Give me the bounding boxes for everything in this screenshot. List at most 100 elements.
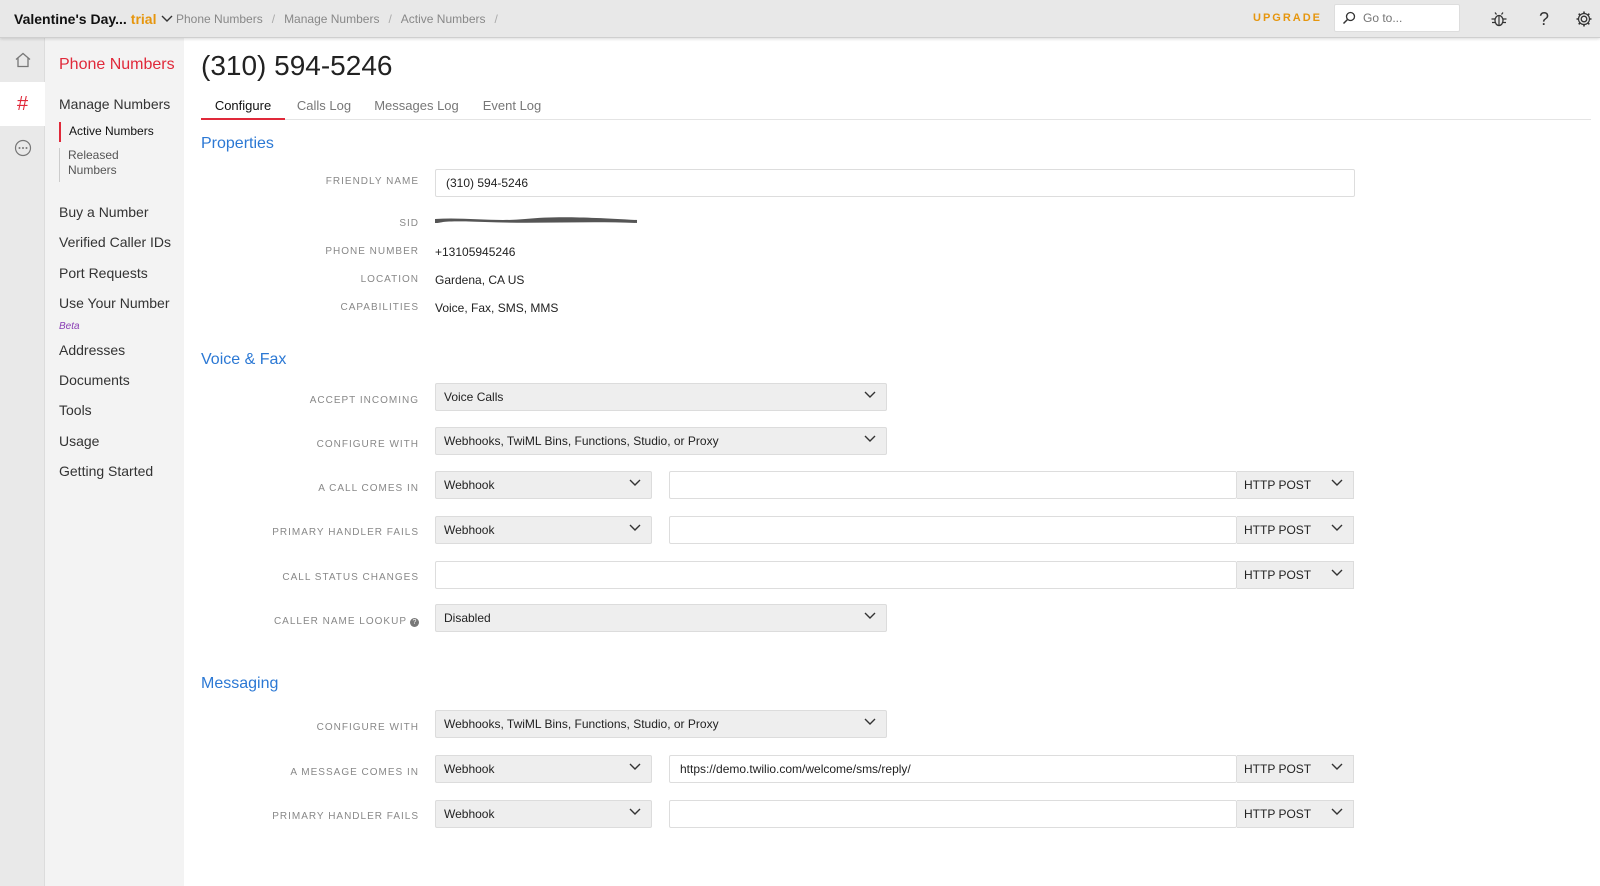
debugger-button[interactable] bbox=[1489, 9, 1509, 29]
sidebar-subitem-active-numbers[interactable]: Active Numbers bbox=[59, 122, 179, 142]
chevron-down-icon bbox=[629, 763, 641, 770]
tab-messages-log[interactable]: Messages Log bbox=[373, 98, 460, 120]
chevron-down-icon bbox=[629, 524, 641, 531]
capabilities-label: CAPABILITIES bbox=[340, 302, 419, 313]
location-value: Gardena, CA US bbox=[435, 273, 525, 287]
breadcrumb-active-numbers[interactable]: Active Numbers bbox=[401, 12, 486, 26]
tab-configure[interactable]: Configure bbox=[201, 98, 285, 120]
voice-configure-with-value: Webhooks, TwiML Bins, Functions, Studio,… bbox=[444, 434, 719, 448]
search-input[interactable] bbox=[1363, 9, 1455, 27]
chevron-down-icon bbox=[629, 479, 641, 486]
sidebar-item-usage[interactable]: Usage bbox=[59, 433, 99, 449]
voice-primary-fails-url-input[interactable] bbox=[669, 516, 1237, 544]
account-status: trial bbox=[130, 11, 157, 27]
caller-name-lookup-label-text: CALLER NAME LOOKUP bbox=[273, 616, 407, 627]
sid-redacted-value bbox=[435, 217, 637, 223]
voice-section-title: Voice & Fax bbox=[201, 351, 287, 368]
sidebar-subitem-released-numbers[interactable]: Released Numbers bbox=[59, 148, 134, 182]
top-bar: Valentine's Day... trial Phone Numbers / M… bbox=[0, 0, 1600, 38]
sidebar-item-tools[interactable]: Tools bbox=[59, 402, 92, 418]
message-comes-in-method-select[interactable]: HTTP POST bbox=[1237, 755, 1354, 783]
breadcrumb-separator: / bbox=[388, 12, 392, 26]
rail-phone-numbers[interactable]: # bbox=[0, 82, 45, 126]
messaging-configure-with-value: Webhooks, TwiML Bins, Functions, Studio,… bbox=[444, 717, 719, 731]
messaging-configure-with-select[interactable]: Webhooks, TwiML Bins, Functions, Studio,… bbox=[435, 710, 887, 738]
messaging-primary-fails-label: PRIMARY HANDLER FAILS bbox=[272, 811, 419, 822]
upgrade-button[interactable]: UPGRADE bbox=[1253, 12, 1322, 24]
bug-icon bbox=[1491, 12, 1507, 27]
messaging-section-title: Messaging bbox=[201, 675, 279, 692]
messaging-primary-fails-url-input[interactable] bbox=[669, 800, 1237, 828]
sidebar-item-verified-caller-ids[interactable]: Verified Caller IDs bbox=[59, 234, 171, 250]
call-status-changes-label: CALL STATUS CHANGES bbox=[282, 572, 419, 583]
friendly-name-input[interactable]: (310) 594-5246 bbox=[435, 169, 1355, 197]
chevron-down-icon bbox=[864, 435, 876, 442]
account-switcher[interactable]: Valentine's Day... trial bbox=[14, 11, 173, 27]
page-title: (310) 594-5246 bbox=[201, 50, 393, 81]
chevron-down-icon bbox=[1331, 524, 1343, 531]
voice-configure-with-select[interactable]: Webhooks, TwiML Bins, Functions, Studio,… bbox=[435, 427, 887, 455]
breadcrumb-phone-numbers[interactable]: Phone Numbers bbox=[176, 12, 263, 26]
call-status-changes-url-input[interactable] bbox=[435, 561, 1237, 589]
main-content: (310) 594-5246 Configure Calls Log Messa… bbox=[184, 38, 1600, 886]
breadcrumb-manage-numbers[interactable]: Manage Numbers bbox=[284, 12, 379, 26]
phone-number-value: +13105945246 bbox=[435, 245, 516, 259]
help-button[interactable]: ? bbox=[1534, 9, 1554, 29]
rail-more[interactable] bbox=[0, 126, 45, 170]
call-comes-in-method-select[interactable]: HTTP POST bbox=[1237, 471, 1354, 499]
call-status-changes-method-value: HTTP POST bbox=[1244, 568, 1312, 582]
messaging-primary-fails-type-select[interactable]: Webhook bbox=[435, 800, 652, 828]
message-comes-in-type-select[interactable]: Webhook bbox=[435, 755, 652, 783]
messaging-primary-fails-type-value: Webhook bbox=[444, 807, 495, 821]
call-status-changes-method-select[interactable]: HTTP POST bbox=[1237, 561, 1354, 589]
home-icon bbox=[15, 52, 30, 68]
sid-label: SID bbox=[399, 218, 419, 229]
call-comes-in-method-value: HTTP POST bbox=[1244, 478, 1312, 492]
more-icon bbox=[14, 139, 31, 157]
call-comes-in-label: A CALL COMES IN bbox=[318, 483, 419, 494]
rail-home[interactable] bbox=[0, 38, 45, 82]
chevron-down-icon bbox=[864, 718, 876, 725]
beta-badge: Beta bbox=[59, 321, 80, 332]
settings-button[interactable] bbox=[1574, 9, 1594, 29]
voice-primary-fails-method-select[interactable]: HTTP POST bbox=[1237, 516, 1354, 544]
caller-name-lookup-select[interactable]: Disabled bbox=[435, 604, 887, 632]
message-comes-in-label: A MESSAGE COMES IN bbox=[290, 767, 419, 778]
chevron-down-icon bbox=[1331, 808, 1343, 815]
sidebar-item-use-your-number[interactable]: Use Your Number bbox=[59, 295, 170, 311]
messaging-configure-with-label: CONFIGURE WITH bbox=[316, 722, 419, 733]
message-comes-in-url-input[interactable]: https://demo.twilio.com/welcome/sms/repl… bbox=[669, 755, 1237, 783]
help-icon[interactable]: ? bbox=[410, 618, 419, 627]
tab-calls-log[interactable]: Calls Log bbox=[296, 98, 352, 120]
breadcrumb-separator: / bbox=[271, 12, 276, 26]
accept-incoming-select[interactable]: Voice Calls bbox=[435, 383, 887, 411]
sidebar-item-documents[interactable]: Documents bbox=[59, 372, 130, 388]
caller-name-lookup-label: CALLER NAME LOOKUP? bbox=[224, 616, 419, 627]
call-comes-in-url-input[interactable] bbox=[669, 471, 1237, 499]
sidebar: Phone Numbers Manage Numbers Active Numb… bbox=[45, 38, 184, 886]
sidebar-title[interactable]: Phone Numbers bbox=[59, 56, 175, 74]
left-rail: # bbox=[0, 38, 45, 886]
capabilities-value: Voice, Fax, SMS, MMS bbox=[435, 301, 559, 315]
chevron-down-icon bbox=[864, 391, 876, 398]
account-name: Valentine's Day... bbox=[14, 11, 127, 27]
sidebar-item-port-requests[interactable]: Port Requests bbox=[59, 265, 148, 281]
voice-primary-fails-type-select[interactable]: Webhook bbox=[435, 516, 652, 544]
voice-primary-fails-label: PRIMARY HANDLER FAILS bbox=[272, 527, 419, 538]
sidebar-item-addresses[interactable]: Addresses bbox=[59, 342, 125, 358]
tab-bar: Configure Calls Log Messages Log Event L… bbox=[201, 96, 1591, 120]
sidebar-item-getting-started[interactable]: Getting Started bbox=[59, 463, 153, 479]
chevron-down-icon bbox=[1331, 569, 1343, 576]
caller-name-lookup-value: Disabled bbox=[444, 611, 491, 625]
tab-event-log[interactable]: Event Log bbox=[482, 98, 542, 120]
location-label: LOCATION bbox=[360, 274, 419, 285]
breadcrumb: Phone Numbers / Manage Numbers / Active Numb… bbox=[176, 12, 507, 26]
call-comes-in-type-select[interactable]: Webhook bbox=[435, 471, 652, 499]
goto-search[interactable] bbox=[1334, 4, 1460, 32]
sidebar-item-manage-numbers[interactable]: Manage Numbers bbox=[59, 96, 170, 112]
sidebar-item-buy-number[interactable]: Buy a Number bbox=[59, 204, 148, 220]
chevron-down-icon bbox=[1331, 479, 1343, 486]
messaging-primary-fails-method-select[interactable]: HTTP POST bbox=[1237, 800, 1354, 828]
voice-primary-fails-method-value: HTTP POST bbox=[1244, 523, 1312, 537]
breadcrumb-separator: / bbox=[494, 12, 498, 26]
